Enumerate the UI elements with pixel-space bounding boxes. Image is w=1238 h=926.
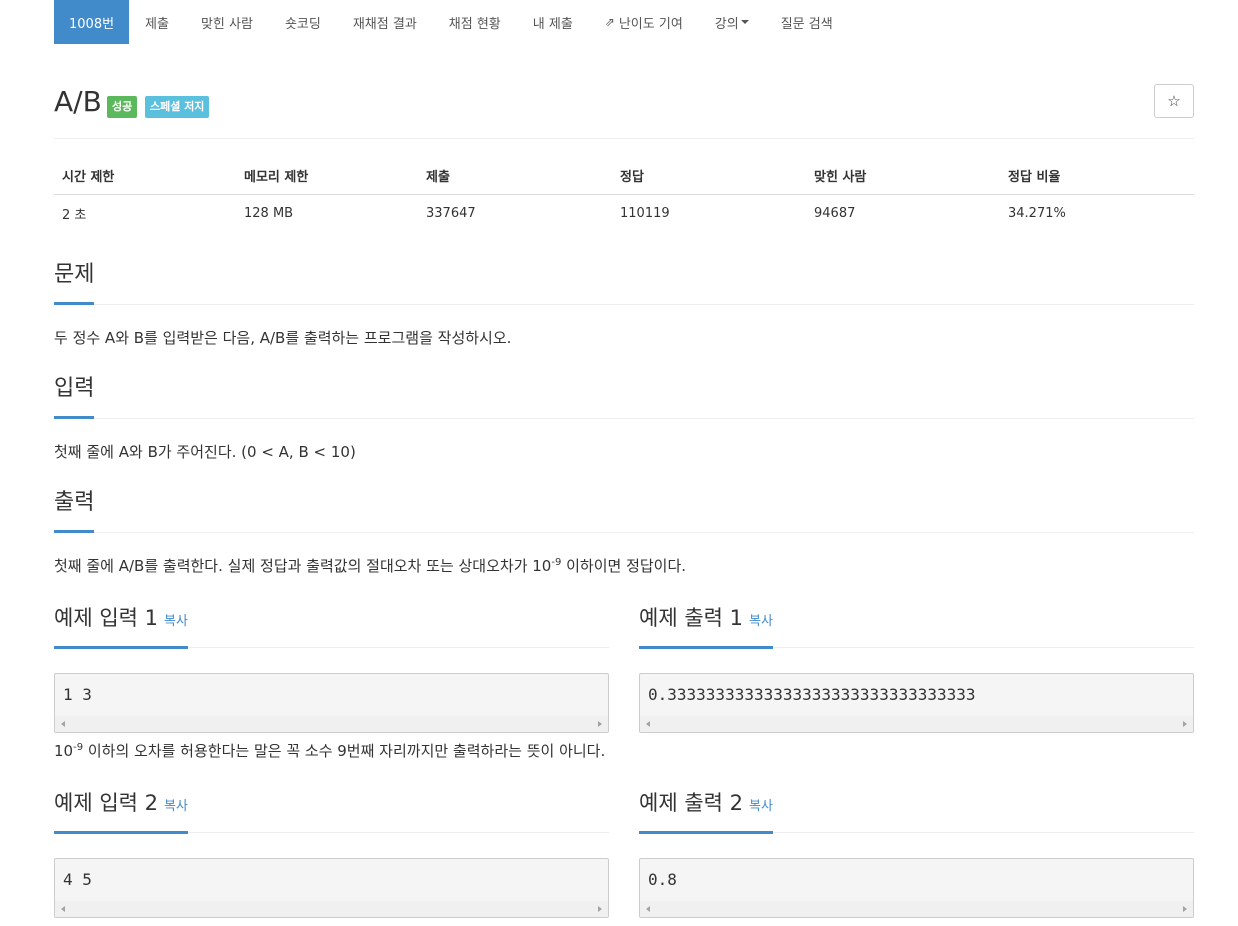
sample-output-1-title: 예제 출력 1 [639,606,743,630]
problem-title-row: A/B 성공 스페셜 저지 ☆ [54,84,1194,139]
tab-short-coding[interactable]: 숏코딩 [269,0,337,44]
submissions-value: 337647 [426,205,476,221]
tab-question-search[interactable]: 질문 검색 [765,0,849,44]
sample-output-1: 예제 출력 1 복사 0.3333333333333333333333333333… [639,603,1194,733]
table-header-row: 시간 제한 메모리 제한 제출 정답 맞힌 사람 정답 비율 [54,158,1194,195]
output-description-text: 첫째 줄에 A/B를 출력한다. 실제 정답과 출력값의 절대오차 또는 상대오… [54,557,687,575]
solvers-value: 94687 [814,205,856,221]
tab-lectures-dropdown[interactable]: 강의 [699,0,765,44]
sample-output-2-box[interactable]: 0.8 [639,858,1194,918]
sample-input-2: 예제 입력 2 복사 4 5 [54,788,609,918]
tab-difficulty-contribution[interactable]: ⇗ 난이도 기여 [589,0,699,44]
problem-description-text: 두 정수 A와 B를 입력받은 다음, A/B를 출력하는 프로그램을 작성하시… [54,329,512,347]
scroll-left-icon[interactable] [61,906,65,912]
scroll-right-icon[interactable] [598,721,602,727]
input-description-text: 첫째 줄에 A와 B가 주어진다. (0 < A, B < 10) [54,443,356,461]
copy-link[interactable]: 복사 [164,614,188,629]
sample-heading-row: 예제 입력 1 복사 [54,603,609,649]
sample-output-2-title: 예제 출력 2 [639,791,743,815]
scroll-right-icon[interactable] [1183,721,1187,727]
tab-accepted-users[interactable]: 맞힌 사람 [185,0,269,44]
copy-link[interactable]: 복사 [749,614,773,629]
horizontal-scrollbar[interactable] [55,716,608,732]
header-accepted: 정답 [612,158,806,195]
scroll-left-icon[interactable] [646,721,650,727]
header-accept-ratio: 정답 비율 [1000,158,1194,195]
time-limit-value: 2 초 [62,207,87,223]
sample-input-1-code: 1 3 [63,685,92,704]
sample-input-2-title: 예제 입력 2 [54,791,158,815]
output-section: 출력 [54,488,1194,533]
star-icon: ☆ [1167,92,1181,110]
caret-down-icon [740,20,749,24]
sample-input-1: 예제 입력 1 복사 1 3 [54,603,609,733]
section-heading: 문제 [54,260,95,305]
scroll-right-icon[interactable] [598,906,602,912]
status-badge-success: 성공 [107,96,138,118]
sample-input-1-title: 예제 입력 1 [54,606,158,630]
tab-status[interactable]: 채점 현황 [433,0,517,44]
problem-title: A/B [54,85,102,118]
sample-output-1-code: 0.33333333333333333333333333333333 [648,685,976,704]
external-link-icon: ⇗ [604,15,615,29]
sample-heading-row: 예제 출력 2 복사 [639,788,1194,834]
scroll-left-icon[interactable] [61,721,65,727]
problem-menu: 1008번 제출 맞힌 사람 숏코딩 재채점 결과 채점 현황 내 제출 ⇗ 난이… [54,0,849,44]
problem-description-section: 문제 [54,260,1194,305]
tab-submit[interactable]: 제출 [129,0,185,44]
star-button[interactable]: ☆ [1154,84,1194,118]
sample-heading-row: 예제 출력 1 복사 [639,603,1194,649]
input-section: 입력 [54,374,1194,419]
tab-problem[interactable]: 1008번 [54,0,130,44]
tab-rejudge-results[interactable]: 재채점 결과 [337,0,433,44]
scroll-left-icon[interactable] [646,906,650,912]
sample-output-2-code: 0.8 [648,870,677,889]
accept-ratio-value: 34.271% [1008,205,1066,221]
section-heading: 입력 [54,374,95,419]
sample-input-1-box[interactable]: 1 3 [54,673,609,733]
sample-heading-row: 예제 입력 2 복사 [54,788,609,834]
scroll-right-icon[interactable] [1183,906,1187,912]
copy-link[interactable]: 복사 [164,799,188,814]
header-solvers: 맞힌 사람 [806,158,1000,195]
special-judge-badge: 스페셜 저지 [145,96,210,118]
accepted-value: 110119 [620,205,670,221]
horizontal-scrollbar[interactable] [640,716,1193,732]
sample-output-1-box[interactable]: 0.33333333333333333333333333333333 [639,673,1194,733]
sample-note-text: 10-9 이하의 오차를 허용한다는 말은 꼭 소수 9번째 자리까지만 출력하… [54,742,606,760]
sample-input-2-box[interactable]: 4 5 [54,858,609,918]
table-row: 2 초 128 MB 337647 110119 94687 34.271% [54,195,1194,232]
header-time-limit: 시간 제한 [54,158,236,195]
sample-output-2: 예제 출력 2 복사 0.8 [639,788,1194,918]
horizontal-scrollbar[interactable] [55,901,608,917]
memory-limit-value: 128 MB [244,205,294,221]
section-heading: 출력 [54,488,95,533]
header-memory-limit: 메모리 제한 [236,158,418,195]
header-submissions: 제출 [418,158,612,195]
sample-input-2-code: 4 5 [63,870,92,889]
horizontal-scrollbar[interactable] [640,901,1193,917]
tab-my-submissions[interactable]: 내 제출 [517,0,589,44]
problem-info-table: 시간 제한 메모리 제한 제출 정답 맞힌 사람 정답 비율 2 초 128 M… [54,158,1194,231]
copy-link[interactable]: 복사 [749,799,773,814]
